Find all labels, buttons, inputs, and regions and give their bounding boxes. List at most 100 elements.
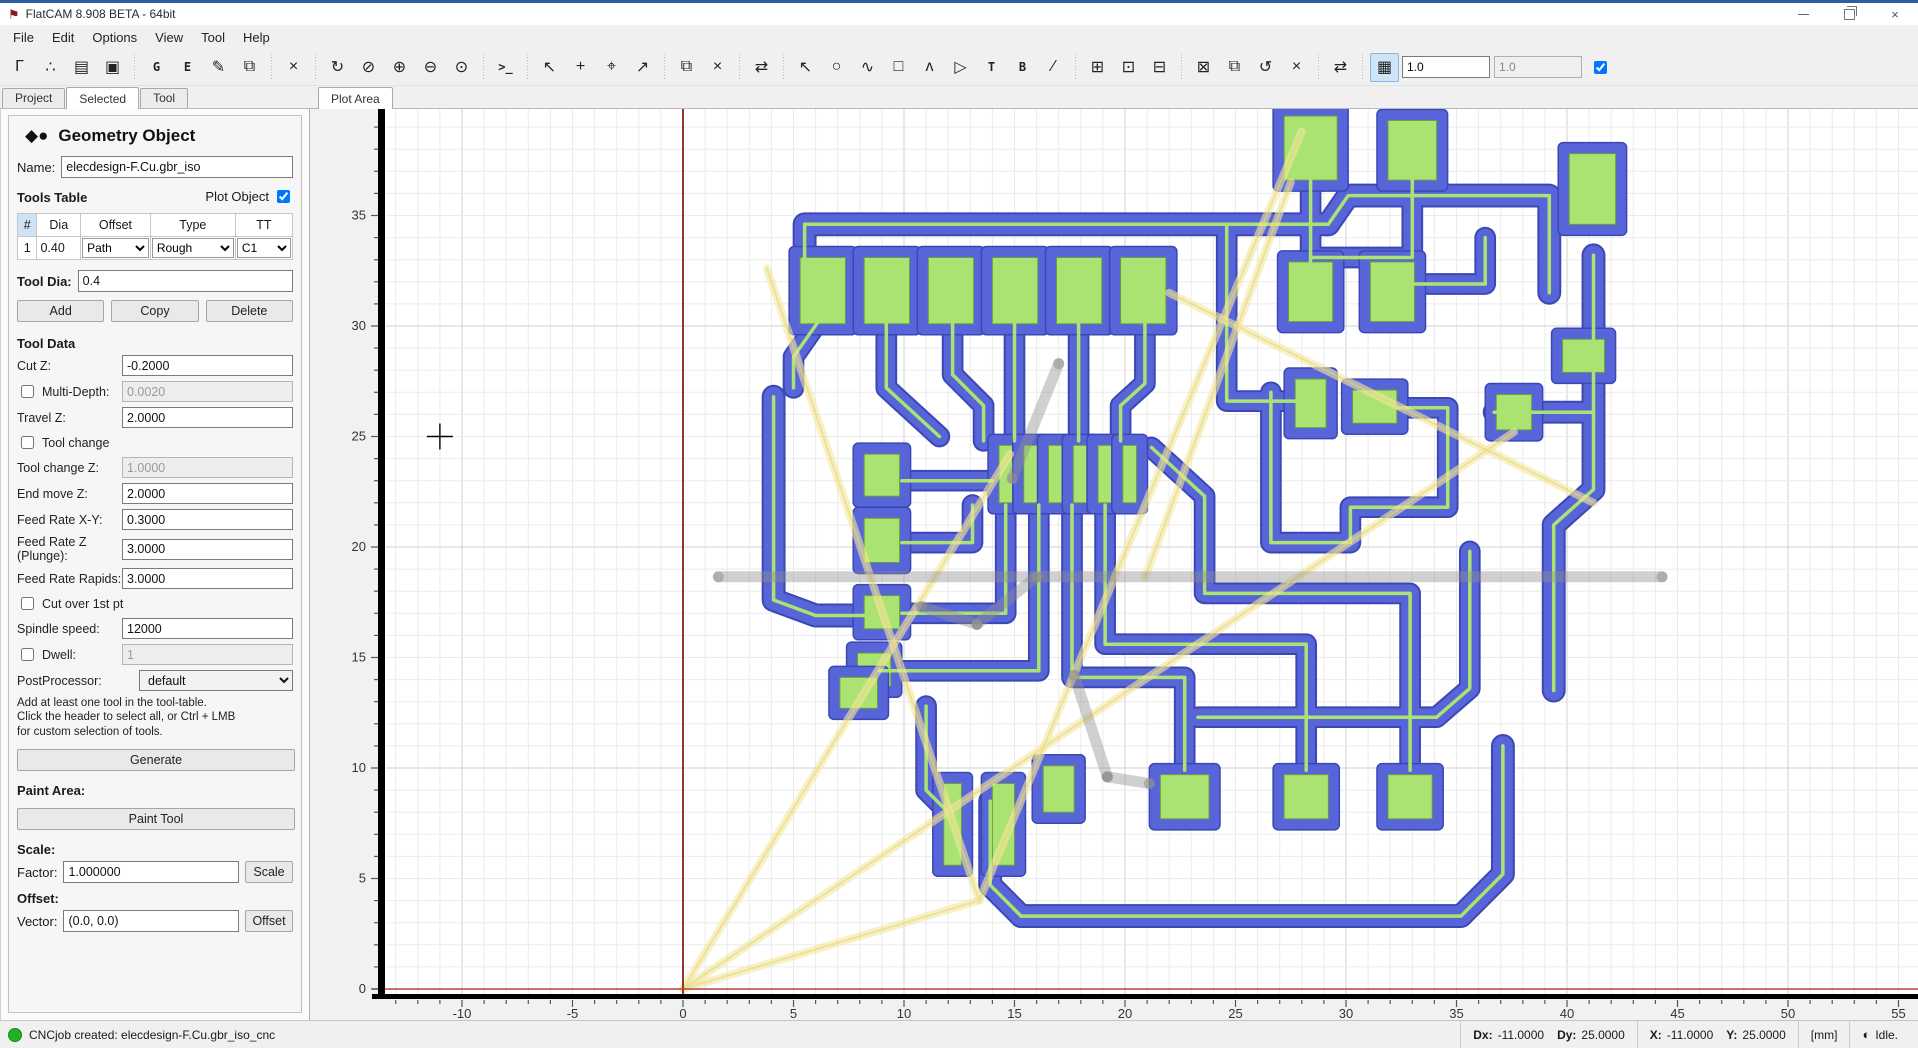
- select-region-icon[interactable]: ⌖: [597, 53, 626, 82]
- copy-objects-icon[interactable]: ⧉: [672, 53, 701, 82]
- flatcam-plot-icon[interactable]: Γ: [5, 53, 34, 82]
- zoom-fit-icon[interactable]: ⊙: [447, 53, 476, 82]
- draw-text-icon[interactable]: T: [977, 53, 1006, 82]
- scale-button[interactable]: Scale: [245, 861, 293, 884]
- multi-depth-checkbox[interactable]: [21, 385, 34, 398]
- add-point-icon[interactable]: +: [566, 53, 595, 82]
- vector-input[interactable]: [63, 910, 239, 933]
- points-edit-icon[interactable]: ∴: [36, 53, 65, 82]
- col-offset[interactable]: Offset: [80, 213, 151, 237]
- paint-tool-button[interactable]: Paint Tool: [17, 808, 295, 831]
- move-shape-icon[interactable]: ⇄: [1326, 53, 1355, 82]
- polygon-interior-icon[interactable]: ⊟: [1145, 53, 1174, 82]
- delete-selected-icon[interactable]: ×: [703, 53, 732, 82]
- plot-area[interactable]: -10 -5 0 5 10 15 20 25 30 35 40 45 50 55 0 5 10 15 20 25 30 3…: [310, 104, 1918, 1021]
- copy-button[interactable]: Copy: [111, 300, 199, 322]
- tab-project[interactable]: Project: [2, 88, 66, 108]
- spindle-speed-input[interactable]: [122, 618, 293, 639]
- dwell-checkbox[interactable]: [21, 648, 34, 661]
- draw-rectangle-icon[interactable]: □: [884, 53, 913, 82]
- multi-depth-input[interactable]: [122, 381, 293, 402]
- zoom-in-icon[interactable]: ⊕: [385, 53, 414, 82]
- menu-options[interactable]: Options: [83, 27, 146, 48]
- buffer-tool-icon[interactable]: B: [1008, 53, 1037, 82]
- postprocessor-select[interactable]: default: [139, 670, 293, 691]
- menu-edit[interactable]: Edit: [43, 27, 83, 48]
- units-indicator[interactable]: [mm]: [1797, 1021, 1850, 1048]
- dwell-input[interactable]: [122, 644, 293, 665]
- travel-z-input[interactable]: [122, 407, 293, 428]
- tab-plot-area[interactable]: Plot Area: [318, 87, 393, 109]
- plot-object-checkbox[interactable]: [277, 190, 290, 203]
- add-button[interactable]: Add: [17, 300, 105, 322]
- draw-arc-icon[interactable]: ∿: [853, 53, 882, 82]
- offset-button[interactable]: Offset: [245, 910, 293, 933]
- open-gerber-icon[interactable]: G: [142, 53, 171, 82]
- copy-shape-icon[interactable]: ⧉: [1220, 53, 1249, 82]
- cell-num[interactable]: 1: [16, 236, 38, 260]
- name-input[interactable]: [61, 156, 293, 178]
- factor-input[interactable]: [63, 861, 239, 884]
- cell-dia[interactable]: 0.40: [36, 236, 82, 260]
- menu-view[interactable]: View: [146, 27, 192, 48]
- grid-y-input[interactable]: [1494, 56, 1582, 78]
- delete-button[interactable]: Delete: [205, 300, 293, 322]
- menu-help[interactable]: Help: [234, 27, 279, 48]
- polygon-union-icon[interactable]: ⊞: [1083, 53, 1112, 82]
- delete-object-icon[interactable]: ×: [279, 53, 308, 82]
- cut-over-first-checkbox[interactable]: [21, 597, 34, 610]
- feed-rate-z-input[interactable]: [122, 538, 293, 560]
- dwell-label: Dwell:: [42, 647, 77, 662]
- paint-brush-icon[interactable]: ∕: [1039, 53, 1068, 82]
- tool-change-z-input[interactable]: [122, 457, 293, 478]
- restore-button[interactable]: [1826, 3, 1872, 25]
- select-arrow-icon[interactable]: ↖: [535, 53, 564, 82]
- grid-snap-toggle[interactable]: ▦: [1370, 52, 1399, 82]
- grid-x-input[interactable]: [1402, 56, 1490, 78]
- tab-selected[interactable]: Selected: [66, 87, 140, 109]
- end-move-z-input[interactable]: [122, 483, 293, 504]
- minimize-button[interactable]: [1780, 3, 1826, 25]
- axis-toggle[interactable]: [1594, 60, 1607, 74]
- open-excellon-icon[interactable]: E: [173, 53, 202, 82]
- cut-z-input[interactable]: [122, 355, 293, 376]
- save-project-icon[interactable]: ▣: [98, 53, 127, 82]
- col-num[interactable]: #: [16, 213, 38, 237]
- table-row[interactable]: 1 0.40 Path Rough C1: [16, 236, 294, 260]
- open-folder-icon[interactable]: ▤: [67, 53, 96, 82]
- command-line-icon[interactable]: >_: [491, 53, 520, 82]
- draw-polygon-icon[interactable]: ▷: [946, 53, 975, 82]
- col-tt[interactable]: TT: [234, 213, 294, 237]
- close-button[interactable]: ×: [1872, 3, 1918, 25]
- cut-path-icon[interactable]: ⊠: [1189, 53, 1218, 82]
- import-document-icon[interactable]: ⧉: [235, 53, 264, 82]
- plot-canvas[interactable]: -10 -5 0 5 10 15 20 25 30 35 40 45 50 55 0 5 10 15 20 25 30 3…: [310, 104, 1918, 1021]
- svg-text:20: 20: [352, 539, 366, 554]
- replot-icon[interactable]: ↻: [323, 53, 352, 82]
- tool-dia-input[interactable]: [77, 270, 293, 292]
- svg-text:10: 10: [352, 760, 366, 775]
- delete-shape-icon[interactable]: ×: [1282, 53, 1311, 82]
- feed-rate-xy-input[interactable]: [122, 509, 293, 530]
- menu-tool[interactable]: Tool: [192, 27, 234, 48]
- feed-rate-rapids-input[interactable]: [122, 568, 293, 589]
- polygon-exterior-icon[interactable]: ⊡: [1114, 53, 1143, 82]
- move-objects-icon[interactable]: ⇄: [747, 53, 776, 82]
- edit-document-icon[interactable]: ✎: [204, 53, 233, 82]
- draw-polyline-icon[interactable]: ʌ: [915, 53, 944, 82]
- draw-circle-icon[interactable]: ○: [822, 53, 851, 82]
- col-dia[interactable]: Dia: [36, 213, 82, 237]
- rotate-shape-icon[interactable]: ↺: [1251, 53, 1280, 82]
- fit-view-icon[interactable]: ↗: [628, 53, 657, 82]
- menu-file[interactable]: File: [4, 27, 43, 48]
- tt-select[interactable]: C1: [236, 238, 291, 258]
- clear-plot-icon[interactable]: ⊘: [354, 53, 383, 82]
- tool-change-checkbox[interactable]: [21, 436, 34, 449]
- editor-select-icon[interactable]: ↖: [791, 53, 820, 82]
- type-select[interactable]: Rough: [151, 238, 234, 258]
- col-type[interactable]: Type: [149, 213, 236, 237]
- offset-select[interactable]: Path: [82, 238, 149, 258]
- tab-tool[interactable]: Tool: [140, 88, 189, 108]
- zoom-out-icon[interactable]: ⊖: [416, 53, 445, 82]
- generate-button[interactable]: Generate: [17, 749, 295, 772]
